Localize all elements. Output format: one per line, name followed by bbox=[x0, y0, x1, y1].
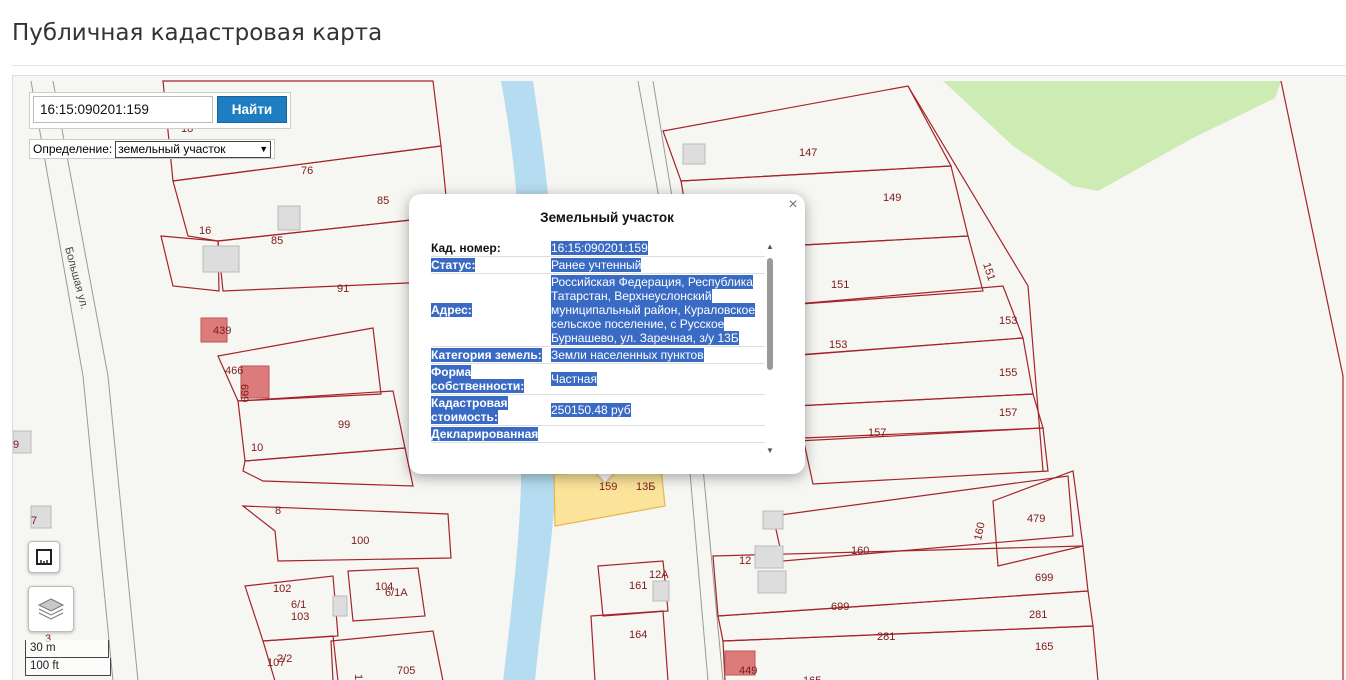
parcel-number-label: 91 bbox=[337, 283, 349, 295]
definition-select[interactable]: земельный участок ▼ bbox=[115, 140, 272, 158]
layers-icon bbox=[37, 598, 65, 620]
popup-title: Земельный участок bbox=[540, 210, 674, 225]
parcel-number-label: 439 bbox=[213, 325, 231, 337]
table-row: Статус: Ранее учтенный bbox=[431, 256, 765, 274]
parcel-number-label: 160 bbox=[851, 545, 869, 557]
cadastral-search-input[interactable] bbox=[33, 96, 213, 123]
row-label: Декларированная bbox=[431, 425, 549, 443]
parcel-number-label: 449 bbox=[739, 665, 757, 677]
scroll-thumb[interactable] bbox=[767, 258, 773, 370]
parcel-number-label: 161 bbox=[629, 580, 647, 592]
row-value: Российская Федерация, Республика Татарст… bbox=[549, 273, 765, 347]
parcel-number-label: 699 bbox=[238, 384, 250, 402]
parcel-number-label: 10 bbox=[352, 674, 364, 680]
parcel-number-label: 13Б bbox=[636, 481, 655, 493]
row-value bbox=[549, 425, 765, 443]
parcel-number-label: 12А bbox=[649, 569, 669, 581]
parcel-number-label: 699 bbox=[831, 601, 849, 613]
parcel-number-label: 8 bbox=[275, 505, 281, 517]
row-value: Ранее учтенный bbox=[549, 256, 765, 274]
parcel-number-label: 165 bbox=[803, 675, 821, 680]
table-row: Декларированная bbox=[431, 425, 765, 443]
scale-imperial: 100 ft bbox=[25, 658, 111, 676]
parcel-number-label: 100 bbox=[351, 535, 369, 547]
ruler-icon bbox=[36, 549, 52, 565]
row-label: Категория земель: bbox=[431, 346, 549, 364]
row-label: Адрес: bbox=[431, 273, 549, 347]
parcel-number-label: 281 bbox=[1029, 609, 1047, 621]
row-value: 16:15:090201:159 bbox=[549, 240, 765, 257]
table-row: Кад. номер: 16:15:090201:159 bbox=[431, 240, 765, 257]
table-row: Категория земель: Земли населенных пункт… bbox=[431, 346, 765, 364]
parcel-number-label: 157 bbox=[868, 427, 886, 439]
table-row: Форма собственности: Частная bbox=[431, 363, 765, 395]
parcel-number-label: 9 bbox=[13, 439, 19, 451]
search-panel: Найти bbox=[29, 92, 291, 129]
parcel-number-label: 85 bbox=[377, 195, 389, 207]
chevron-down-icon: ▼ bbox=[259, 144, 269, 154]
parcel-number-label: 149 bbox=[883, 192, 901, 204]
scroll-up-icon[interactable]: ▲ bbox=[765, 242, 775, 252]
table-row: Кадастровая стоимость: 250150.48 руб bbox=[431, 394, 765, 426]
parcel-number-label: 6/1 bbox=[291, 599, 306, 611]
parcel-number-label: 479 bbox=[1027, 513, 1045, 525]
search-button[interactable]: Найти bbox=[217, 96, 287, 123]
cadastral-map[interactable]: 18 76 85 16 85 91 147 149 151 151 153 153 155 157 157 4… bbox=[12, 75, 1346, 680]
definition-selected-value: земельный участок bbox=[118, 142, 226, 156]
row-value: Частная bbox=[549, 363, 765, 395]
parcel-number-label: 699 bbox=[1035, 572, 1053, 584]
parcel-number-label: 12 bbox=[739, 555, 751, 567]
page-title: Публичная кадастровая карта bbox=[12, 20, 383, 46]
scale-metric: 30 m bbox=[25, 640, 109, 658]
scroll-down-icon[interactable]: ▼ bbox=[765, 446, 775, 456]
parcel-number-label: 10 bbox=[251, 442, 263, 454]
parcel-number-label: 153 bbox=[829, 339, 847, 351]
parcel-number-label: 705 bbox=[397, 665, 415, 677]
parcel-number-label: 466 bbox=[225, 365, 243, 377]
parcel-number-label: 16 bbox=[199, 225, 211, 237]
definition-label: Определение: bbox=[33, 142, 113, 156]
green-area bbox=[943, 81, 1281, 191]
parcel-number-label: 7 bbox=[31, 515, 37, 527]
parcel-info-popup: × Земельный участок Кад. номер: 16:15:09… bbox=[409, 194, 805, 474]
table-row: Адрес: Российская Федерация, Республика … bbox=[431, 273, 765, 347]
parcel-number-label: 76 bbox=[301, 165, 313, 177]
parcel-number-label: 157 bbox=[999, 407, 1017, 419]
title-divider bbox=[12, 65, 1346, 66]
row-label: Форма собственности: bbox=[431, 363, 549, 395]
parcel-number-label: 6/1А bbox=[385, 587, 408, 599]
row-value: Земли населенных пунктов bbox=[549, 346, 765, 364]
parcel-number-label: 159 bbox=[599, 481, 617, 493]
row-label: Кадастровая стоимость: bbox=[431, 394, 549, 426]
parcel-number-label: 164 bbox=[629, 629, 647, 641]
scale-bar: 30 m 100 ft bbox=[25, 640, 111, 676]
parcel-number-label: 155 bbox=[999, 367, 1017, 379]
parcel-number-label: 151 bbox=[980, 261, 997, 282]
row-label: Статус: bbox=[431, 256, 549, 274]
definition-row: Определение: земельный участок ▼ bbox=[29, 139, 276, 159]
popup-scrollbar[interactable]: ▲ ▼ bbox=[765, 240, 775, 458]
measure-button[interactable] bbox=[28, 541, 60, 573]
parcel-number-label: 2/2 bbox=[277, 653, 292, 665]
popup-body[interactable]: Кад. номер: 16:15:090201:159 Статус: Ран… bbox=[431, 240, 777, 458]
parcel-number-label: 160 bbox=[972, 521, 988, 541]
row-value: 250150.48 руб bbox=[549, 394, 765, 426]
parcel-number-label: 85 bbox=[271, 235, 283, 247]
parcel-number-label: 153 bbox=[999, 315, 1017, 327]
parcel-number-label: 103 bbox=[291, 611, 309, 623]
parcel-number-label: 99 bbox=[338, 419, 350, 431]
layers-button[interactable] bbox=[28, 586, 74, 632]
parcel-number-label: 165 bbox=[1035, 641, 1053, 653]
parcel-number-label: 151 bbox=[831, 279, 849, 291]
parcel-number-label: 147 bbox=[799, 147, 817, 159]
parcel-number-label: 102 bbox=[273, 583, 291, 595]
parcel-info-table: Кад. номер: 16:15:090201:159 Статус: Ран… bbox=[431, 240, 765, 443]
parcel-number-label: 281 bbox=[877, 631, 895, 643]
row-label: Кад. номер: bbox=[431, 240, 549, 257]
